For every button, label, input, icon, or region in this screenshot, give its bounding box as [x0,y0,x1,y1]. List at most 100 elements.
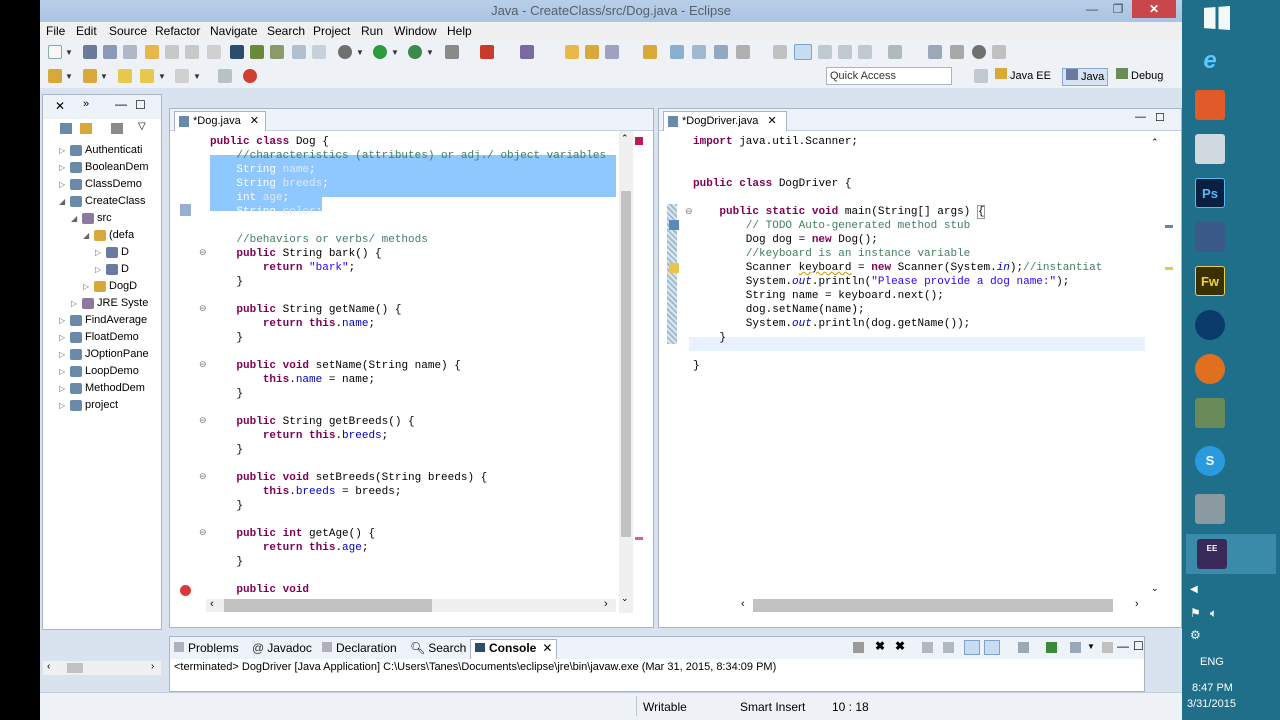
toolbar-icon-23[interactable] [670,45,684,59]
tree-twisty-icon[interactable]: ▷ [59,384,65,393]
menu-edit[interactable]: Edit [76,24,97,38]
show-stdout-icon[interactable] [964,640,980,655]
tab-console[interactable]: Console ✕ [470,639,558,659]
console-minimize-icon[interactable]: — [1117,639,1129,653]
new-console-icon[interactable] [1102,642,1113,653]
toolbar2-icon-7[interactable] [243,69,257,83]
tree-twisty-icon[interactable]: ▷ [83,282,89,291]
pkg-minimize-icon[interactable]: — [115,97,127,111]
package-tree-item[interactable]: LoopDemo [85,363,139,379]
next-annotation-icon[interactable] [928,45,942,59]
toolbar2-icon-2[interactable] [83,69,97,83]
remove-launch-icon[interactable]: ✖ [875,639,885,653]
tree-twisty-icon[interactable]: ▷ [71,299,77,308]
toolbar-icon-6[interactable] [185,45,199,59]
tree-twisty-icon[interactable]: ◢ [83,231,89,240]
tree-twisty-icon[interactable]: ◢ [71,214,77,223]
package-tree-item[interactable]: DogD [109,278,137,294]
menu-project[interactable]: Project [313,24,350,38]
tab-search[interactable]: 🔍︎ Search [410,641,466,655]
filter-icon[interactable] [111,123,123,134]
eclipse-taskbar-active[interactable]: EE [1186,534,1276,574]
right-hscroll[interactable]: ‹ › [739,598,1149,612]
vscroll-thumb[interactable] [621,191,631,537]
scroll-right-icon[interactable]: › [604,598,608,610]
toolbar-icon-5[interactable] [165,45,179,59]
toolbar-icon-30[interactable] [838,45,852,59]
editor-minimize-icon[interactable]: — [1135,111,1146,123]
terminal-icon[interactable] [230,45,244,59]
skype-icon[interactable]: S [1195,446,1225,476]
left-vscroll[interactable]: ⌃ ⌄ [619,131,633,613]
toolbar-icon-36[interactable] [992,45,1006,59]
toolbar-icon-22[interactable] [643,45,657,59]
tree-twisty-icon[interactable]: ▷ [59,180,65,189]
save-all-icon[interactable] [103,45,117,59]
dog-java-code[interactable]: public class Dog { //characteristics (at… [210,135,615,597]
overview-task-marker[interactable] [1165,225,1173,228]
tree-twisty-icon[interactable]: ▷ [59,367,65,376]
scroll-down-icon[interactable]: ⌄ [1151,583,1159,594]
console-maximize-icon[interactable]: ☐ [1133,639,1144,653]
fireworks-icon[interactable]: Fw [1195,266,1225,296]
perspective-java[interactable]: Java [1062,68,1109,86]
right-vscroll[interactable]: ⌃ ⌄ [1149,131,1163,601]
last-edit-icon[interactable] [118,69,132,83]
fold-icon[interactable]: ⊖ [685,206,693,217]
volume-icon[interactable]: 🔈︎ [1210,606,1217,621]
print-icon[interactable] [123,45,137,59]
toolbar-icon-25[interactable] [714,45,728,59]
server-icon[interactable] [250,45,264,59]
pin-editor-icon[interactable] [218,69,232,83]
scroll-left-icon[interactable]: ‹ [210,598,214,610]
open-console-dropdown-icon[interactable]: ▼ [1087,642,1095,651]
scroll-right-icon[interactable]: › [151,661,154,672]
scroll-thumb[interactable] [67,663,83,673]
toolbar2-icon-1[interactable] [48,69,62,83]
package-tree-item[interactable]: D [121,261,129,277]
tray-expand-icon[interactable]: ◀ [1190,584,1198,595]
left-hscroll[interactable]: ‹ › [206,598,616,612]
package-tree-item[interactable]: project [85,397,118,413]
coverage-icon[interactable] [408,45,422,59]
menu-window[interactable]: Window [394,24,437,38]
warning-icon[interactable] [669,263,679,273]
toolbar-icon-12[interactable] [312,45,326,59]
pkg-hscroll[interactable]: ‹ › [43,661,161,675]
package-tree-item[interactable]: ClassDemo [85,176,142,192]
maximize-icon[interactable]: ❐ [1106,0,1130,18]
explorer-icon[interactable] [1195,494,1225,524]
pkg-maximize-icon[interactable]: ☐ [135,98,146,112]
input-language[interactable]: ENG [1200,656,1224,668]
tab-problems[interactable]: Problems [174,641,239,655]
photoshop-icon[interactable]: Ps [1195,178,1225,208]
toolbar-icon-26[interactable] [736,45,750,59]
toolbar2-dropdown-2[interactable]: ▼ [100,72,108,81]
minimize-icon[interactable]: — [1080,0,1104,18]
pkg-close-icon[interactable]: ✕ [55,99,65,113]
menu-navigate[interactable]: Navigate [210,24,257,38]
toolbar-icon-24[interactable] [692,45,706,59]
toolbar-icon-34[interactable] [950,45,964,59]
tree-twisty-icon[interactable]: ▷ [59,333,65,342]
clock-time[interactable]: 8:47 PM [1192,682,1233,694]
forward-icon[interactable] [175,69,189,83]
pin-console-icon[interactable] [1018,642,1029,653]
fold-icon[interactable]: ⊖ [199,527,207,538]
clear-console-icon[interactable] [922,642,933,653]
remove-all-icon[interactable]: ✖ [895,639,905,653]
toolbar-icon-11[interactable] [292,45,306,59]
thunderbird-icon[interactable] [1195,310,1225,340]
tab-dogdriver-java[interactable]: *DogDriver.java ✕ [663,111,787,131]
coverage-dropdown-icon[interactable]: ▼ [426,48,434,57]
firefox-icon[interactable] [1195,354,1225,384]
close-icon[interactable]: ✕ [1132,0,1176,18]
fold-icon[interactable]: ⊖ [199,415,207,426]
tree-twisty-icon[interactable]: ◢ [59,197,65,206]
tab-dog-java[interactable]: *Dog.java ✕ [174,111,266,131]
package-tree-item[interactable]: Authenticati [85,142,142,158]
package-tree-item[interactable]: src [97,210,112,226]
external-tools-icon[interactable] [445,45,459,59]
menu-run[interactable]: Run [361,24,383,38]
fold-icon[interactable]: ⊖ [199,303,207,314]
